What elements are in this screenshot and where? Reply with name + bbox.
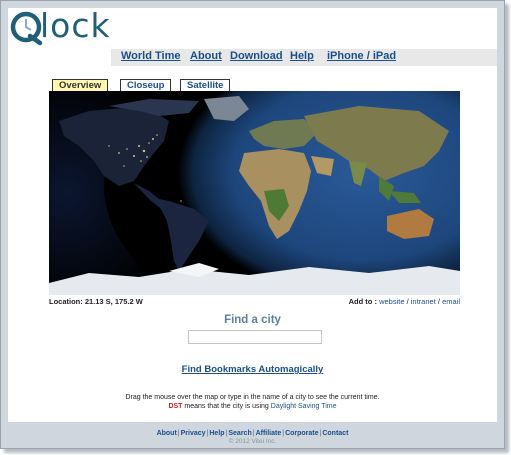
add-to-intranet-link[interactable]: intranet <box>411 297 436 306</box>
nav-about[interactable]: About <box>190 50 222 62</box>
dst-link[interactable]: Daylight Saving Time <box>271 403 337 410</box>
footer-search-link[interactable]: Search <box>228 430 251 437</box>
add-to-label: Add to : <box>348 297 377 306</box>
footer-privacy-link[interactable]: Privacy <box>181 430 206 437</box>
add-to-links: Add to : website / intranet / email <box>349 297 460 306</box>
dst-help-text: DST means that the city is using Dayligh… <box>8 403 497 410</box>
city-search-input[interactable] <box>188 330 322 344</box>
qlock-logo[interactable]: lock <box>10 6 130 52</box>
footer-help-link[interactable]: Help <box>209 430 224 437</box>
find-city-title: Find a city <box>224 314 281 326</box>
find-bookmarks-link[interactable]: Find Bookmarks Automagically <box>8 364 497 375</box>
help-text: Drag the mouse over the map or type in t… <box>125 394 380 401</box>
cursor-location: Location: 21.13 S, 175.2 W <box>49 297 143 306</box>
copyright: © 2012 Vitei Inc. <box>228 438 277 445</box>
page-content: lock World Time About Download Help iPho… <box>8 6 497 422</box>
nav-world-time[interactable]: World Time <box>121 50 181 62</box>
add-to-website-link[interactable]: website <box>379 297 404 306</box>
footer-nav: About|Privacy|Help|Search|Affiliate|Corp… <box>1 430 504 437</box>
clock-q-logo-icon <box>10 11 43 46</box>
footer-about-link[interactable]: About <box>157 430 177 437</box>
main-nav: World Time About Download Help iPhone / … <box>111 49 497 66</box>
footer-affiliate-link[interactable]: Affiliate <box>256 430 282 437</box>
browser-page-frame: lock World Time About Download Help iPho… <box>0 0 505 449</box>
nav-download[interactable]: Download <box>230 50 283 62</box>
nav-help[interactable]: Help <box>290 50 314 62</box>
add-to-email-link[interactable]: email <box>442 297 460 306</box>
world-day-night-map[interactable] <box>49 91 460 295</box>
nav-iphone-ipad[interactable]: iPhone / iPad <box>327 50 396 62</box>
footer-contact-link[interactable]: Contact <box>322 430 348 437</box>
footer-corporate-link[interactable]: Corporate <box>285 430 318 437</box>
dst-help-middle: means that the city is using <box>182 403 271 410</box>
world-map-image <box>49 91 460 295</box>
dst-label: DST <box>168 403 183 410</box>
logo-text: lock <box>40 6 111 45</box>
